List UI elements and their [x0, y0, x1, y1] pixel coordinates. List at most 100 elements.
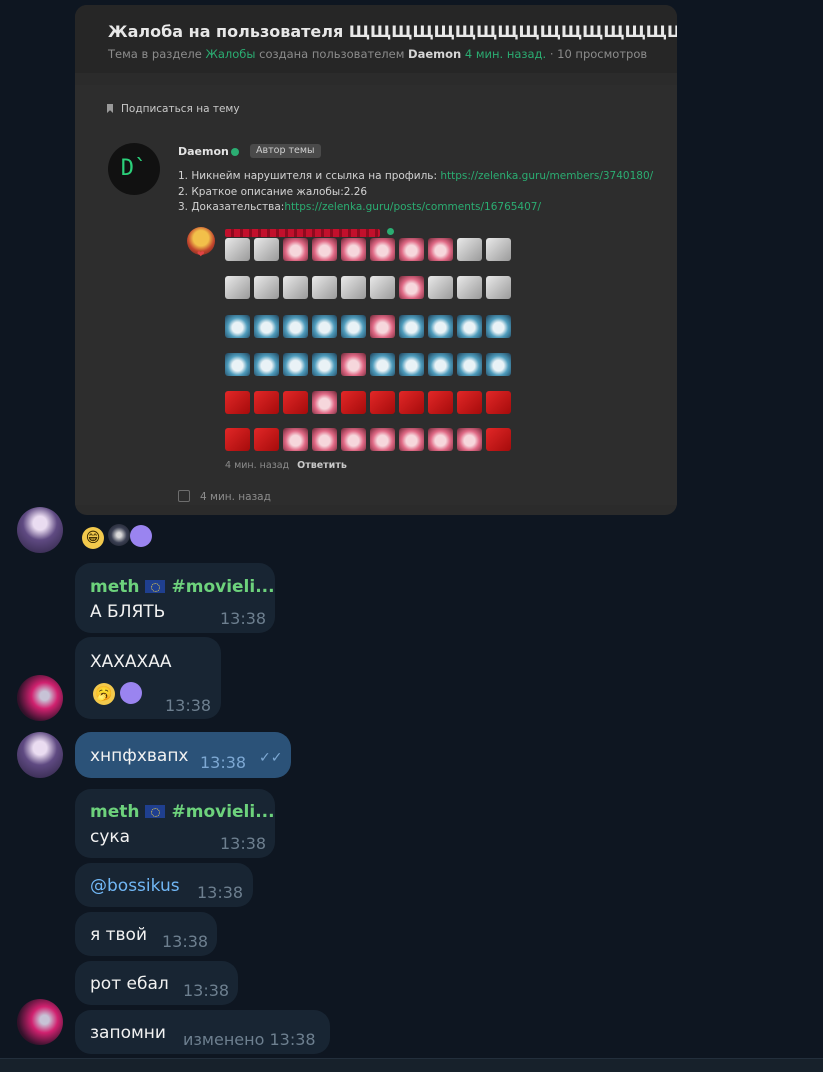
post-author: Daemon	[178, 145, 229, 158]
thread-title: Жалоба на пользователя ЩЩЩЩЩЩЩЩЩЩЩЩЩЩЩЩЩ…	[108, 22, 677, 41]
author-avatar: D`	[108, 143, 160, 195]
emote-icon	[283, 238, 308, 261]
message-bubble[interactable]: рот ебал 13:38	[75, 961, 238, 1005]
emote-icon	[428, 391, 453, 414]
emote-icon	[370, 276, 395, 299]
author-badge: Автор темы	[250, 144, 321, 158]
emote-icon	[399, 315, 424, 338]
forum-thread-header: Жалоба на пользователя ЩЩЩЩЩЩЩЩЩЩЩЩЩЩЩЩЩ…	[75, 5, 677, 73]
emote-icon	[370, 238, 395, 261]
sender-tag: #movieli...	[171, 577, 275, 597]
line3-text: 3. Доказательства:	[178, 201, 285, 213]
emote-icon	[428, 428, 453, 451]
read-checks-icon: ✓✓	[259, 750, 283, 766]
emote-icon	[254, 353, 279, 376]
reactor-avatar	[108, 524, 130, 546]
emote-icon	[486, 428, 511, 451]
emote-icon	[370, 428, 395, 451]
user-avatar[interactable]	[17, 507, 63, 553]
message-bubble-outgoing[interactable]: хнпфхвапх 13:38 ✓✓	[75, 732, 291, 778]
composer-edge	[0, 1058, 823, 1072]
emote-row	[225, 353, 511, 376]
emote-icon	[457, 276, 482, 299]
user-avatar[interactable]	[17, 999, 63, 1045]
message-bubble[interactable]: ХАХАХАА 🥱 13:38	[75, 637, 221, 719]
post-footer: 4 мин. назад	[178, 490, 271, 503]
reactor-avatar-purple	[120, 682, 142, 704]
reaction-grin[interactable]: 😁	[82, 527, 104, 549]
message-text: рот ебал	[90, 974, 169, 994]
emote-icon	[283, 391, 308, 414]
emote-icon	[457, 391, 482, 414]
emote-icon	[225, 353, 250, 376]
line1-text: 1. Никнейм нарушителя и ссылка на профил…	[178, 170, 441, 182]
message-time: 13:38	[165, 696, 212, 715]
user-avatar[interactable]	[17, 675, 63, 721]
emote-icon	[399, 276, 424, 299]
emote-icon	[225, 238, 250, 261]
eu-flag-icon	[145, 805, 166, 818]
emote-icon	[399, 391, 424, 414]
message-bubble[interactable]: я твой 13:38	[75, 912, 217, 956]
section-link: Жалобы	[205, 47, 256, 61]
emote-icon	[312, 353, 337, 376]
reactor-avatar-purple	[130, 525, 152, 547]
emote-icon	[225, 391, 250, 414]
checkbox-icon	[178, 490, 190, 502]
emote-icon	[341, 315, 366, 338]
emote-row	[225, 276, 511, 299]
reply-link: Ответить	[297, 460, 347, 471]
emote-icon	[486, 315, 511, 338]
emote-icon	[225, 428, 250, 451]
quote-footer: 4 мин. назад Ответить	[225, 460, 347, 471]
sender-tag: #movieli...	[171, 802, 275, 822]
emote-icon	[312, 238, 337, 261]
emote-row	[225, 391, 511, 414]
message-bubble[interactable]: @bossikus 13:38	[75, 863, 253, 907]
emote-icon	[341, 391, 366, 414]
emote-icon	[254, 391, 279, 414]
message-time: 13:38	[220, 609, 267, 628]
quote-username-redacted	[225, 229, 380, 237]
emote-icon	[225, 276, 250, 299]
message-text: ХАХАХАА	[90, 652, 172, 672]
thread-body: Подписаться на тему D` Daemon Автор темы…	[75, 85, 677, 505]
emote-icon	[457, 315, 482, 338]
message-text: запомни	[90, 1023, 166, 1043]
meta-views: · 10 просмотров	[549, 47, 648, 61]
online-indicator-icon	[231, 148, 239, 156]
emote-icon	[283, 315, 308, 338]
post-line-2: 2. Краткое описание жалобы:2.26	[178, 185, 368, 198]
thread-meta: Тема в разделе Жалобы создана пользовате…	[108, 47, 647, 61]
line3-link: https://zelenka.guru/posts/comments/1676…	[284, 201, 542, 213]
forum-screenshot-card[interactable]: Жалоба на пользователя ЩЩЩЩЩЩЩЩЩЩЩЩЩЩЩЩЩ…	[75, 5, 677, 515]
bookmark-icon	[107, 104, 113, 113]
message-text: сука	[90, 827, 131, 847]
emote-icon	[399, 428, 424, 451]
heart-icon: ❤	[197, 250, 205, 260]
message-bubble[interactable]: meth #movieli... А БЛЯТЬ 13:38	[75, 563, 275, 633]
message-text: хнпфхвапх	[90, 746, 189, 766]
meta-prefix: Тема в разделе	[108, 47, 202, 61]
reaction-yawn[interactable]: 🥱	[93, 683, 115, 705]
post-time: 4 мин. назад	[200, 491, 271, 503]
emote-icon	[486, 276, 511, 299]
message-bubble[interactable]: meth #movieli... сука 13:38	[75, 789, 275, 858]
emote-icon	[341, 353, 366, 376]
mention-link[interactable]: @bossikus	[90, 876, 180, 896]
emote-icon	[428, 238, 453, 261]
message-time: 13:38	[183, 981, 230, 1000]
user-avatar[interactable]	[17, 732, 63, 778]
emote-icon	[254, 315, 279, 338]
post-content: 1. Никнейм нарушителя и ссылка на профил…	[178, 169, 653, 216]
emote-icon	[312, 391, 337, 414]
emote-icon	[312, 276, 337, 299]
message-text: я твой	[90, 925, 148, 945]
emote-icon	[428, 353, 453, 376]
post-line-1: 1. Никнейм нарушителя и ссылка на профил…	[178, 169, 653, 185]
emote-icon	[399, 353, 424, 376]
message-bubble[interactable]: запомни изменено 13:38	[75, 1010, 330, 1054]
emote-icon	[486, 353, 511, 376]
emote-icon	[341, 238, 366, 261]
quote-time: 4 мин. назад	[225, 460, 290, 471]
